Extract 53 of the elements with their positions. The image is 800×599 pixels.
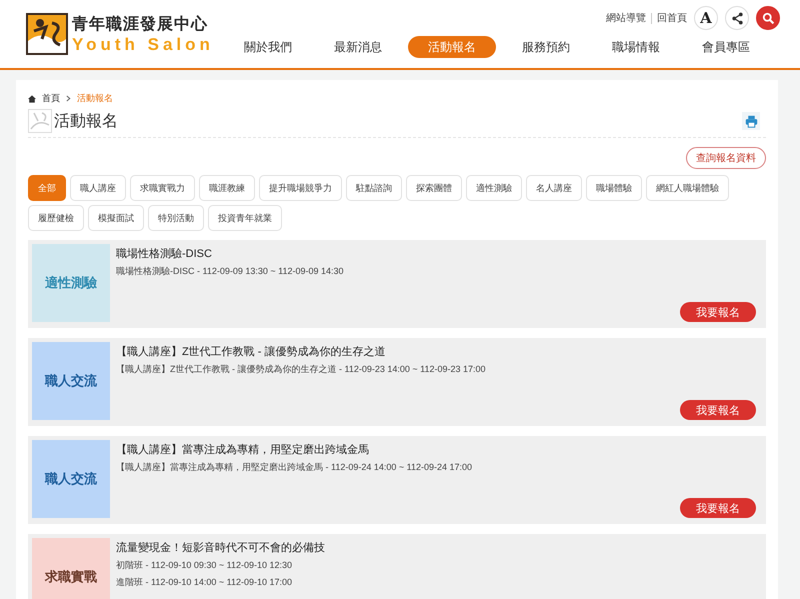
logo-title: 青年職涯發展中心 <box>72 14 209 34</box>
filter-tab[interactable]: 名人講座 <box>526 175 582 201</box>
thumbnail-caption: 職人交流 <box>45 372 97 390</box>
event-session: 進階班 - 112-09-10 14:00 ~ 112-09-10 17:00 <box>116 576 292 589</box>
nav-link[interactable]: 關於我們 <box>228 36 308 58</box>
event-title[interactable]: 流量變現金！短影音時代不可不會的必備技 <box>116 540 325 555</box>
printer-icon <box>744 114 758 128</box>
search-button[interactable] <box>756 6 780 30</box>
share-icon <box>730 12 744 24</box>
register-button[interactable]: 我要報名 <box>680 400 756 420</box>
filter-tab[interactable]: 提升職場競爭力 <box>259 175 342 201</box>
event-session: 初階班 - 112-09-10 09:30 ~ 112-09-10 12:30 <box>116 559 292 572</box>
nav-link[interactable]: 最新消息 <box>318 36 398 58</box>
share-button[interactable] <box>725 6 749 30</box>
event-title[interactable]: 【職人講座】當專注成為專精，用堅定磨出跨域金馬 <box>116 442 369 457</box>
nav-link[interactable]: 服務預約 <box>506 36 586 58</box>
filter-tab[interactable]: 職人講座 <box>70 175 126 201</box>
filter-tab[interactable]: 職涯教練 <box>199 175 255 201</box>
filter-tab[interactable]: 駐點諮詢 <box>346 175 402 201</box>
event-session: 【職人講座】Z世代工作教戰 - 讓優勢成為你的生存之道 - 112-09-23 14:00 ~ 112-09-23 17:00 <box>116 363 486 376</box>
event-session: 【職人講座】當專注成為專精，用堅定磨出跨域金馬 - 112-09-24 14:00 ~ 112-09-24 17:00 <box>116 461 472 474</box>
chevron-icon <box>66 95 71 102</box>
home-icon <box>28 94 36 102</box>
logo-subtitle: Youth Salon <box>72 34 214 54</box>
nav-link[interactable]: 職場情報 <box>596 36 676 58</box>
breadcrumb-link[interactable]: 首頁 <box>42 92 60 105</box>
event-session: 職場性格測驗-DISC - 112-09-09 13:30 ~ 112-09-09 14:30 <box>116 265 344 278</box>
search-icon <box>762 12 774 24</box>
filter-tab[interactable]: 特別活動 <box>148 205 204 231</box>
utility-link[interactable]: 回首頁 <box>657 11 687 25</box>
print-button[interactable] <box>742 112 760 130</box>
filter-tab[interactable]: 職場體驗 <box>586 175 642 201</box>
register-button[interactable]: 我要報名 <box>680 498 756 518</box>
event-title[interactable]: 職場性格測驗-DISC <box>116 246 212 261</box>
filter-tab[interactable]: 網紅人職場體驗 <box>646 175 729 201</box>
logo-icon <box>26 13 68 55</box>
page-title-icon <box>28 109 52 133</box>
filter-tab[interactable]: 探索團體 <box>406 175 462 201</box>
thumbnail-caption: 求職實戰 <box>45 568 97 586</box>
thumbnail-caption: 職人交流 <box>45 470 97 488</box>
filter-tab[interactable]: 投資青年就業 <box>208 205 282 231</box>
event-title[interactable]: 【職人講座】Z世代工作教戰 - 讓優勢成為你的生存之道 <box>116 344 386 359</box>
filter-tab[interactable]: 適性測驗 <box>466 175 522 201</box>
register-button[interactable]: 我要報名 <box>680 302 756 322</box>
page-title: 活動報名 <box>54 112 118 132</box>
nav-link[interactable]: 會員專區 <box>686 36 766 58</box>
filter-tab[interactable]: 履歷健檢 <box>28 205 84 231</box>
utility-link[interactable]: 網站導覽 <box>606 11 646 25</box>
font-size-button[interactable]: A <box>694 6 718 30</box>
filter-tab[interactable]: 模擬面試 <box>88 205 144 231</box>
query-registration-button[interactable]: 查詢報名資料 <box>686 147 766 169</box>
thumbnail-caption: 適性測驗 <box>45 274 97 292</box>
filter-tab[interactable]: 求職實戰力 <box>130 175 195 201</box>
